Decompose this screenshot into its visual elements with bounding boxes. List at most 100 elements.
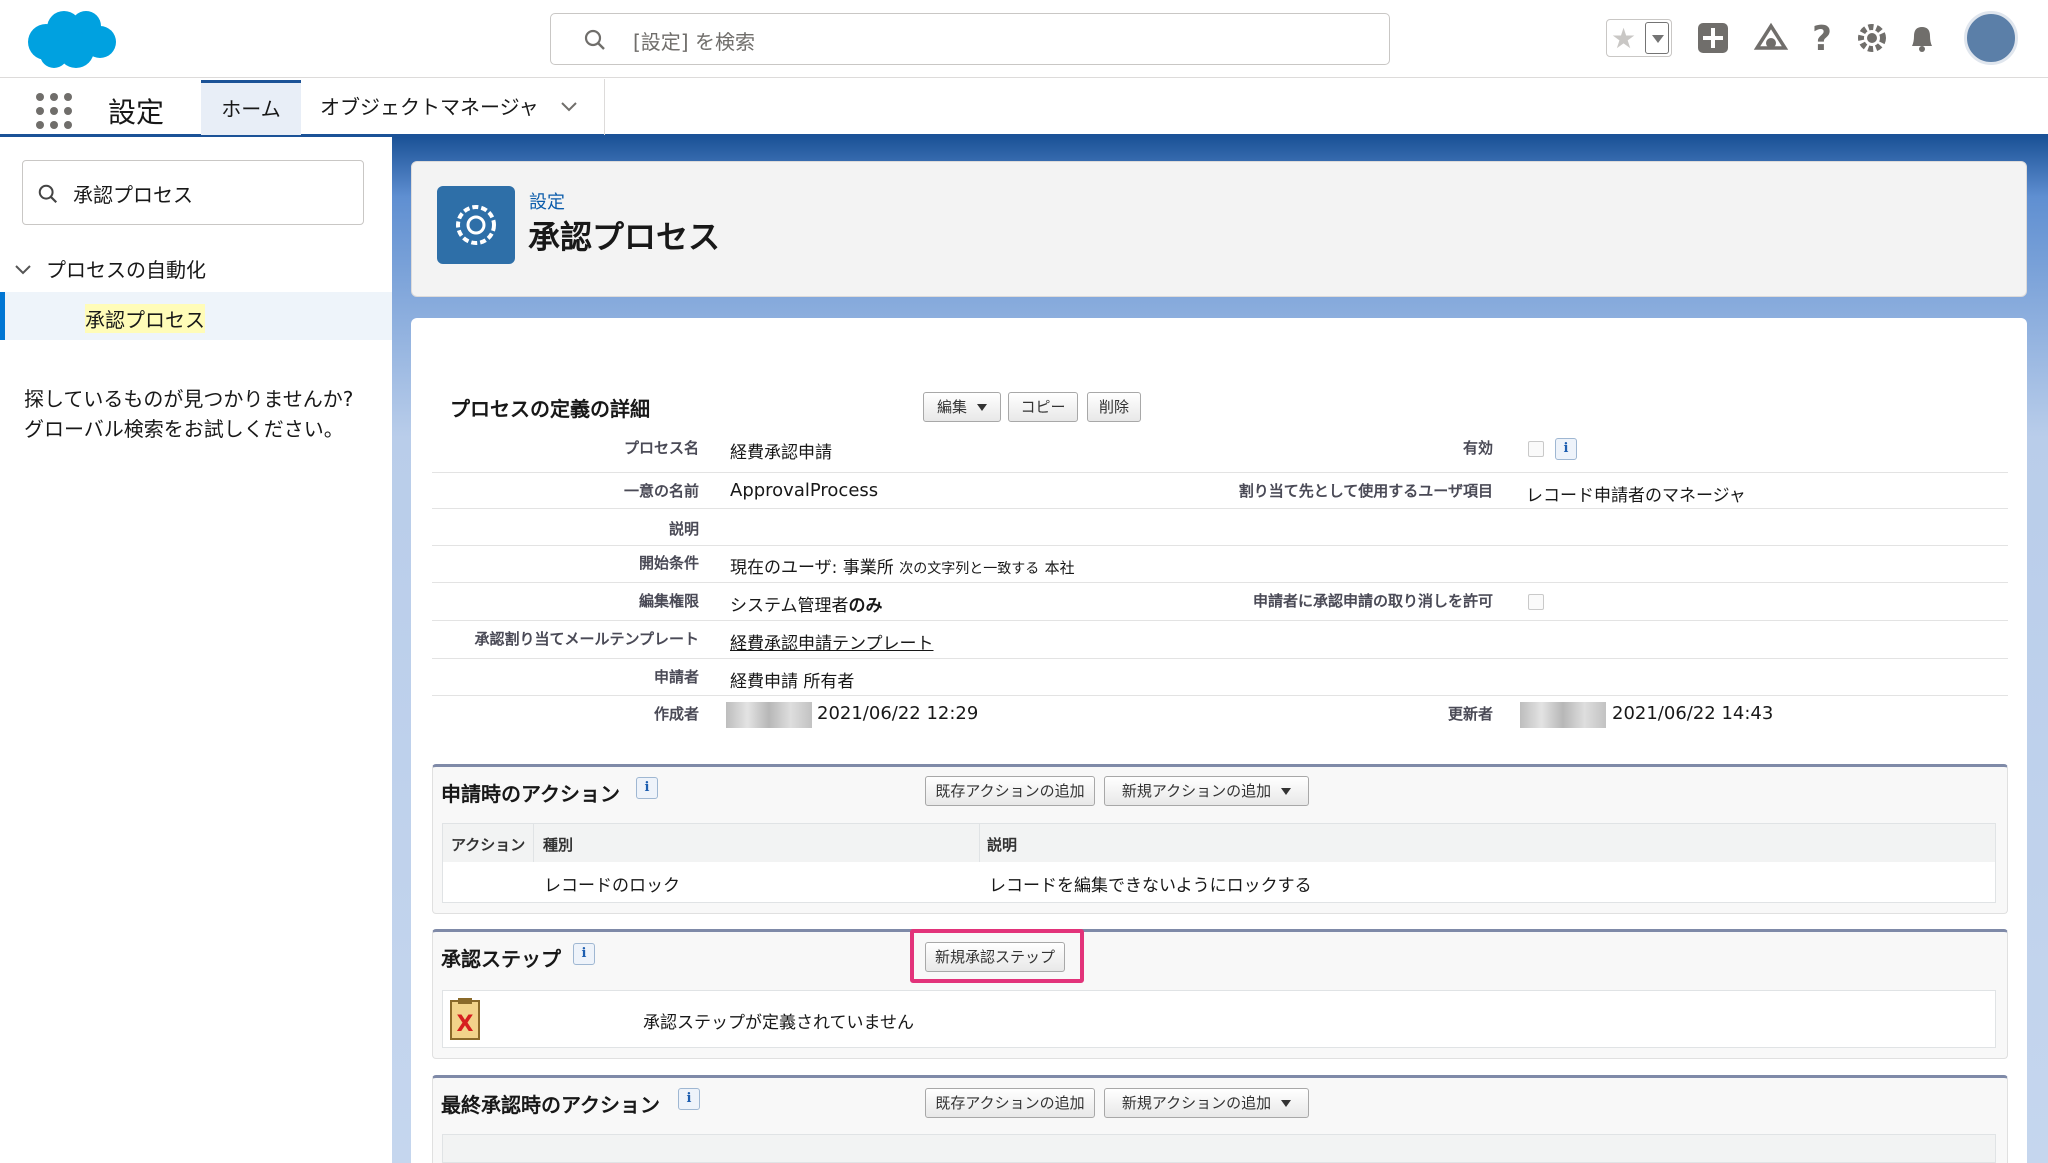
field-label: 申請者に承認申請の取り消しを許可 (1252, 592, 1493, 610)
edit-button[interactable]: 編集 (923, 392, 1001, 422)
help-line: 探しているものが見つかりませんか? (24, 387, 354, 411)
table-header (442, 1134, 1996, 1163)
sidebar-help-text: 探しているものが見つかりませんか? グローバル検索をお試しください。 (24, 384, 384, 444)
field-label: 有効 (1462, 439, 1493, 457)
add-new-action-label: 新規アクションの追加 (1121, 782, 1272, 800)
no-items-icon: X (450, 998, 480, 1040)
edit-label: 編集 (936, 398, 967, 416)
field-label: 承認割り当てメールテンプレート (474, 630, 699, 648)
empty-state: X 承認ステップが定義されていません (442, 990, 1996, 1048)
add-new-action-label: 新規アクションの追加 (1121, 1094, 1272, 1112)
copy-button[interactable]: コピー (1008, 392, 1078, 422)
search-icon (38, 184, 58, 204)
edit-permission-text: システム管理者 (730, 596, 849, 616)
row-divider (432, 508, 2008, 509)
column-divider (533, 824, 534, 862)
tree-item-label: 承認プロセス (85, 304, 205, 333)
quick-find-input[interactable]: 承認プロセス (22, 160, 364, 225)
active-checkbox (1528, 441, 1544, 457)
recall-checkbox (1528, 594, 1544, 610)
search-placeholder: [設定] を検索 (633, 30, 755, 54)
page-title: 承認プロセス (528, 218, 721, 256)
star-icon: ★ (1611, 22, 1637, 55)
app-name: 設定 (108, 96, 165, 129)
highlight-box (910, 929, 1084, 983)
field-value-entry-criteria: 現在のユーザ: 事業所 次の文字列と一致する 本社 (730, 553, 1075, 578)
field-label: 編集権限 (638, 592, 699, 610)
field-value-edit-permission: システム管理者のみ (730, 591, 883, 616)
setup-gear-icon (437, 186, 515, 264)
table-header: アクション 種別 説明 (442, 823, 1996, 863)
nav-divider (604, 79, 605, 135)
tree-item-approval-process[interactable]: 承認プロセス (0, 292, 392, 340)
add-new-action-button[interactable]: 新規アクションの追加 (1104, 776, 1309, 806)
help-line: グローバル検索をお試しください。 (24, 417, 344, 441)
column-divider (979, 824, 980, 862)
notification-bell-icon[interactable] (1902, 18, 1942, 58)
caret-down-icon (1281, 788, 1292, 795)
svg-text:X: X (457, 1012, 474, 1037)
quick-find-value: 承認プロセス (73, 183, 193, 207)
row-divider (432, 582, 2008, 583)
context-nav-bar (0, 79, 2048, 137)
info-icon[interactable]: i (573, 943, 595, 965)
field-label: プロセス名 (623, 439, 699, 457)
info-icon[interactable]: i (636, 777, 658, 799)
criteria-operator: 次の文字列と一致する (899, 561, 1040, 577)
field-label: 説明 (668, 520, 699, 538)
field-value-unique-name: ApprovalProcess (730, 480, 879, 501)
field-label: 割り当て先として使用するユーザ項目 (1238, 482, 1493, 500)
tree-item-process-automation[interactable]: プロセスの自動化 (14, 254, 206, 283)
field-value-submitter: 経費申請 所有者 (730, 672, 855, 692)
column-header-type: 種別 (543, 836, 574, 854)
add-existing-action-button[interactable]: 既存アクションの追加 (925, 1088, 1095, 1118)
email-template-link[interactable]: 経費承認申請テンプレート (730, 629, 934, 654)
row-divider (432, 620, 2008, 621)
salesforce-logo[interactable] (24, 8, 118, 70)
empty-state-message: 承認ステップが定義されていません (643, 1013, 914, 1033)
column-header-description: 説明 (987, 836, 1018, 854)
caret-down-icon (977, 404, 987, 411)
redacted-user-name (726, 702, 812, 728)
cell-description: レコードを編集できないようにロックする (989, 876, 1312, 896)
info-icon[interactable]: i (1555, 438, 1577, 460)
field-label: 更新者 (1447, 705, 1493, 723)
criteria-field: 現在のユーザ: 事業所 (730, 558, 894, 578)
tree-item-label: プロセスの自動化 (46, 258, 206, 282)
tab-home[interactable]: ホーム (201, 80, 301, 135)
search-icon (584, 29, 605, 50)
help-icon[interactable]: ? (1802, 18, 1842, 58)
field-value-process-name: 経費承認申請 (730, 443, 832, 463)
section-title-final-approval: 最終承認時のアクション (441, 1093, 660, 1117)
favorites-button[interactable]: ★ (1606, 19, 1672, 57)
field-value-modified-date: 2021/06/22 14:43 (1612, 703, 1774, 724)
field-value-created-date: 2021/06/22 12:29 (817, 703, 979, 724)
delete-button[interactable]: 削除 (1087, 392, 1141, 422)
trailhead-icon[interactable] (1751, 18, 1791, 58)
row-divider (432, 545, 2008, 546)
cell-type: レコードのロック (544, 876, 680, 896)
chevron-down-icon[interactable] (560, 98, 578, 116)
add-new-action-button[interactable]: 新規アクションの追加 (1104, 1088, 1309, 1118)
field-label: 申請者 (653, 668, 699, 686)
add-existing-action-button[interactable]: 既存アクションの追加 (925, 776, 1095, 806)
field-label: 開始条件 (638, 554, 699, 572)
tab-object-manager[interactable]: オブジェクトマネージャ (320, 80, 539, 135)
field-label: 作成者 (653, 705, 699, 723)
row-divider (432, 472, 2008, 473)
row-divider (432, 695, 2008, 696)
global-search-input[interactable]: [設定] を検索 (550, 13, 1390, 65)
setup-gear-icon[interactable] (1852, 18, 1892, 58)
add-icon[interactable] (1693, 18, 1733, 58)
redacted-user-name (1520, 702, 1606, 728)
user-avatar[interactable] (1964, 11, 2018, 65)
criteria-value: 本社 (1044, 559, 1075, 577)
section-title-process-detail: プロセスの定義の詳細 (450, 397, 650, 421)
app-launcher-icon[interactable] (36, 93, 72, 129)
chevron-down-icon[interactable] (1645, 22, 1669, 54)
info-icon[interactable]: i (678, 1088, 700, 1110)
field-value-assignee: レコード申請者のマネージャ (1526, 486, 1746, 506)
table-row: レコードのロック レコードを編集できないようにロックする (442, 862, 1996, 903)
breadcrumb[interactable]: 設定 (529, 188, 565, 214)
section-title-initial-submission: 申請時のアクション (441, 782, 620, 806)
